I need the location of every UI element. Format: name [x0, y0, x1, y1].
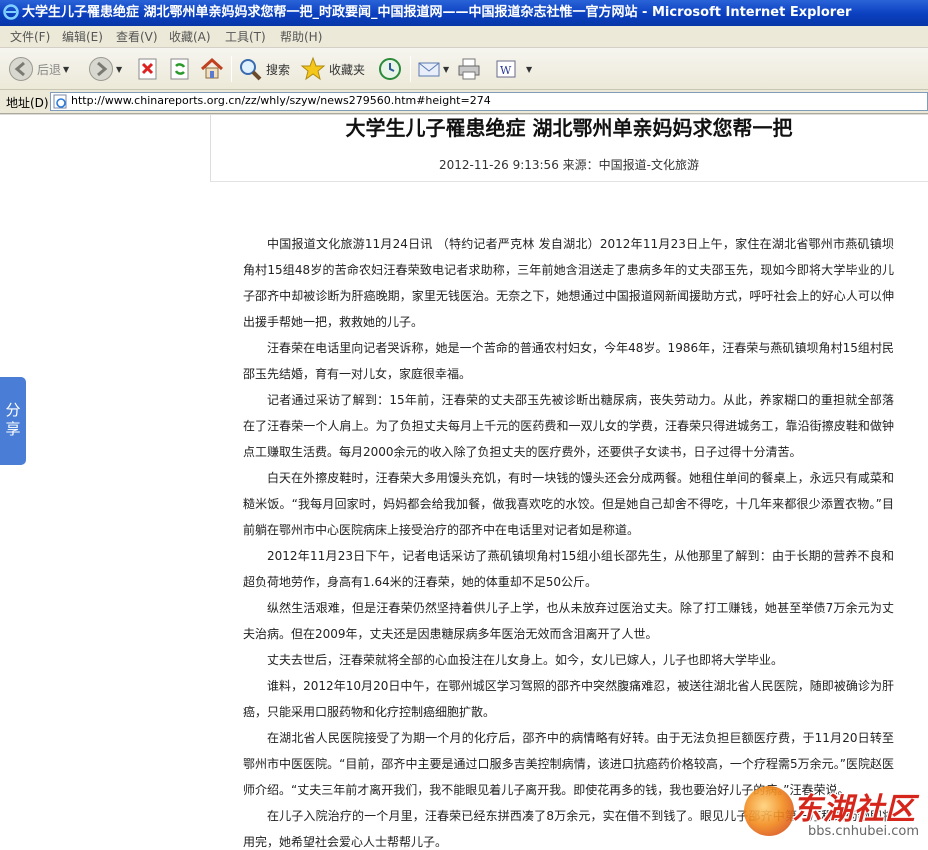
back-label: 后退: [37, 62, 62, 77]
watermark-url: bbs.cnhubei.com: [808, 824, 920, 839]
article-headline: 大学生儿子罹患绝症 湖北鄂州单亲妈妈求您帮一把: [345, 116, 793, 140]
ie-page-icon: [53, 94, 67, 109]
article-paragraph: 中国报道文化旅游11月24日讯 （特约记者严克林 发自湖北）2012年11月23…: [243, 237, 894, 329]
menu-view[interactable]: 查看(V): [116, 29, 158, 45]
article-body: 中国报道文化旅游11月24日讯 （特约记者严克林 发自湖北）2012年11月23…: [243, 231, 894, 850]
share-button[interactable]: 分享: [0, 377, 26, 465]
search-icon: [240, 59, 262, 81]
watermark-brand: 东湖社区: [792, 792, 916, 827]
menu-bar: 文件(F) 编辑(E) 查看(V) 收藏(A) 工具(T) 帮助(H): [0, 26, 928, 48]
edit-button[interactable]: W ▼: [494, 54, 532, 84]
article-paragraph: 白天在外擦皮鞋时，汪春荣大多用馒头充饥，有时一块钱的馒头还会分成两餐。她租住单间…: [243, 471, 894, 537]
home-button[interactable]: [199, 54, 225, 84]
menu-file[interactable]: 文件(F): [10, 29, 50, 45]
back-button[interactable]: 后退 ▼: [8, 54, 69, 84]
article-meta: 2012-11-26 9:13:56 来源：中国报道-文化旅游: [439, 158, 699, 172]
toolbar-separator: [410, 56, 411, 82]
toolbar-separator: [231, 56, 232, 82]
address-url: http://www.chinareports.org.cn/zz/whly/s…: [71, 94, 491, 107]
menu-tools[interactable]: 工具(T): [225, 29, 266, 45]
favorites-button[interactable]: 收藏夹: [300, 54, 365, 84]
stop-button[interactable]: [136, 54, 160, 84]
article-paragraph: 谁料，2012年10月20日中午，在鄂州城区学习驾照的邵齐中突然腹痛难忍，被送往…: [243, 679, 894, 719]
search-button[interactable]: 搜索: [237, 54, 290, 84]
forward-arrow-icon: [89, 57, 113, 81]
article-paragraph: 丈夫去世后，汪春荣就将全部的心血投注在儿女身上。如今，女儿已嫁人，儿子也即将大学…: [267, 653, 784, 667]
history-button[interactable]: [377, 54, 403, 84]
forward-dropdown-icon[interactable]: ▼: [116, 65, 122, 74]
watermark-logo-icon: [744, 786, 794, 836]
internet-explorer-icon: [3, 4, 19, 20]
printer-icon: [458, 58, 480, 80]
menu-help[interactable]: 帮助(H): [280, 29, 322, 45]
home-icon: [200, 57, 224, 79]
mail-button[interactable]: ▼: [417, 54, 449, 84]
favorites-label: 收藏夹: [329, 62, 366, 77]
word-document-icon: W: [496, 60, 516, 78]
article-paragraph: 纵然生活艰难，但是汪春荣仍然坚持着供儿子上学，也从未放弃过医治丈夫。除了打工赚钱…: [243, 601, 894, 641]
search-label: 搜索: [266, 62, 291, 77]
refresh-button[interactable]: [168, 54, 192, 84]
site-watermark: 东湖社区 bbs.cnhubei.com: [740, 782, 926, 848]
address-label: 地址(D): [6, 96, 49, 110]
refresh-icon: [170, 58, 189, 80]
divider: [210, 181, 928, 182]
address-bar: 地址(D) http://www.chinareports.org.cn/zz/…: [0, 90, 928, 114]
menu-favorites[interactable]: 收藏(A): [169, 29, 211, 45]
share-label: 分享: [3, 402, 22, 440]
edit-dropdown-icon[interactable]: ▼: [526, 65, 532, 74]
window-titlebar: 大学生儿子罹患绝症 湖北鄂州单亲妈妈求您帮一把_时政要闻_中国报道网——中国报道…: [0, 0, 928, 26]
article-paragraph: 记者通过采访了解到：15年前，汪春荣的丈夫邵玉先被诊断出糖尿病，丧失劳动力。从此…: [243, 393, 894, 459]
mail-dropdown-icon[interactable]: ▼: [443, 65, 449, 74]
standard-toolbar: 后退 ▼ ▼ 搜索 收藏夹 ▼ W ▼: [0, 48, 928, 90]
print-button[interactable]: [456, 54, 482, 84]
history-icon: [379, 58, 401, 80]
window-title: 大学生儿子罹患绝症 湖北鄂州单亲妈妈求您帮一把_时政要闻_中国报道网——中国报道…: [22, 5, 852, 20]
page-viewport[interactable]: 大学生儿子罹患绝症 湖北鄂州单亲妈妈求您帮一把 2012-11-26 9:13:…: [0, 114, 928, 850]
svg-text:W: W: [500, 64, 512, 77]
star-icon: [300, 56, 326, 81]
forward-button[interactable]: ▼: [88, 54, 122, 84]
article-paragraph: 2012年11月23日下午，记者电话采访了燕矶镇坝角村15组小组长邵先生，从他那…: [243, 549, 894, 589]
menu-edit[interactable]: 编辑(E): [62, 29, 103, 45]
stop-icon: [138, 58, 157, 80]
address-input[interactable]: http://www.chinareports.org.cn/zz/whly/s…: [50, 92, 928, 111]
mail-icon: [418, 62, 440, 77]
article-paragraph: 汪春荣在电话里向记者哭诉称，她是一个苦命的普通农村妇女，今年48岁。1986年，…: [243, 341, 894, 381]
back-dropdown-icon[interactable]: ▼: [63, 65, 69, 74]
back-arrow-icon: [9, 57, 33, 81]
